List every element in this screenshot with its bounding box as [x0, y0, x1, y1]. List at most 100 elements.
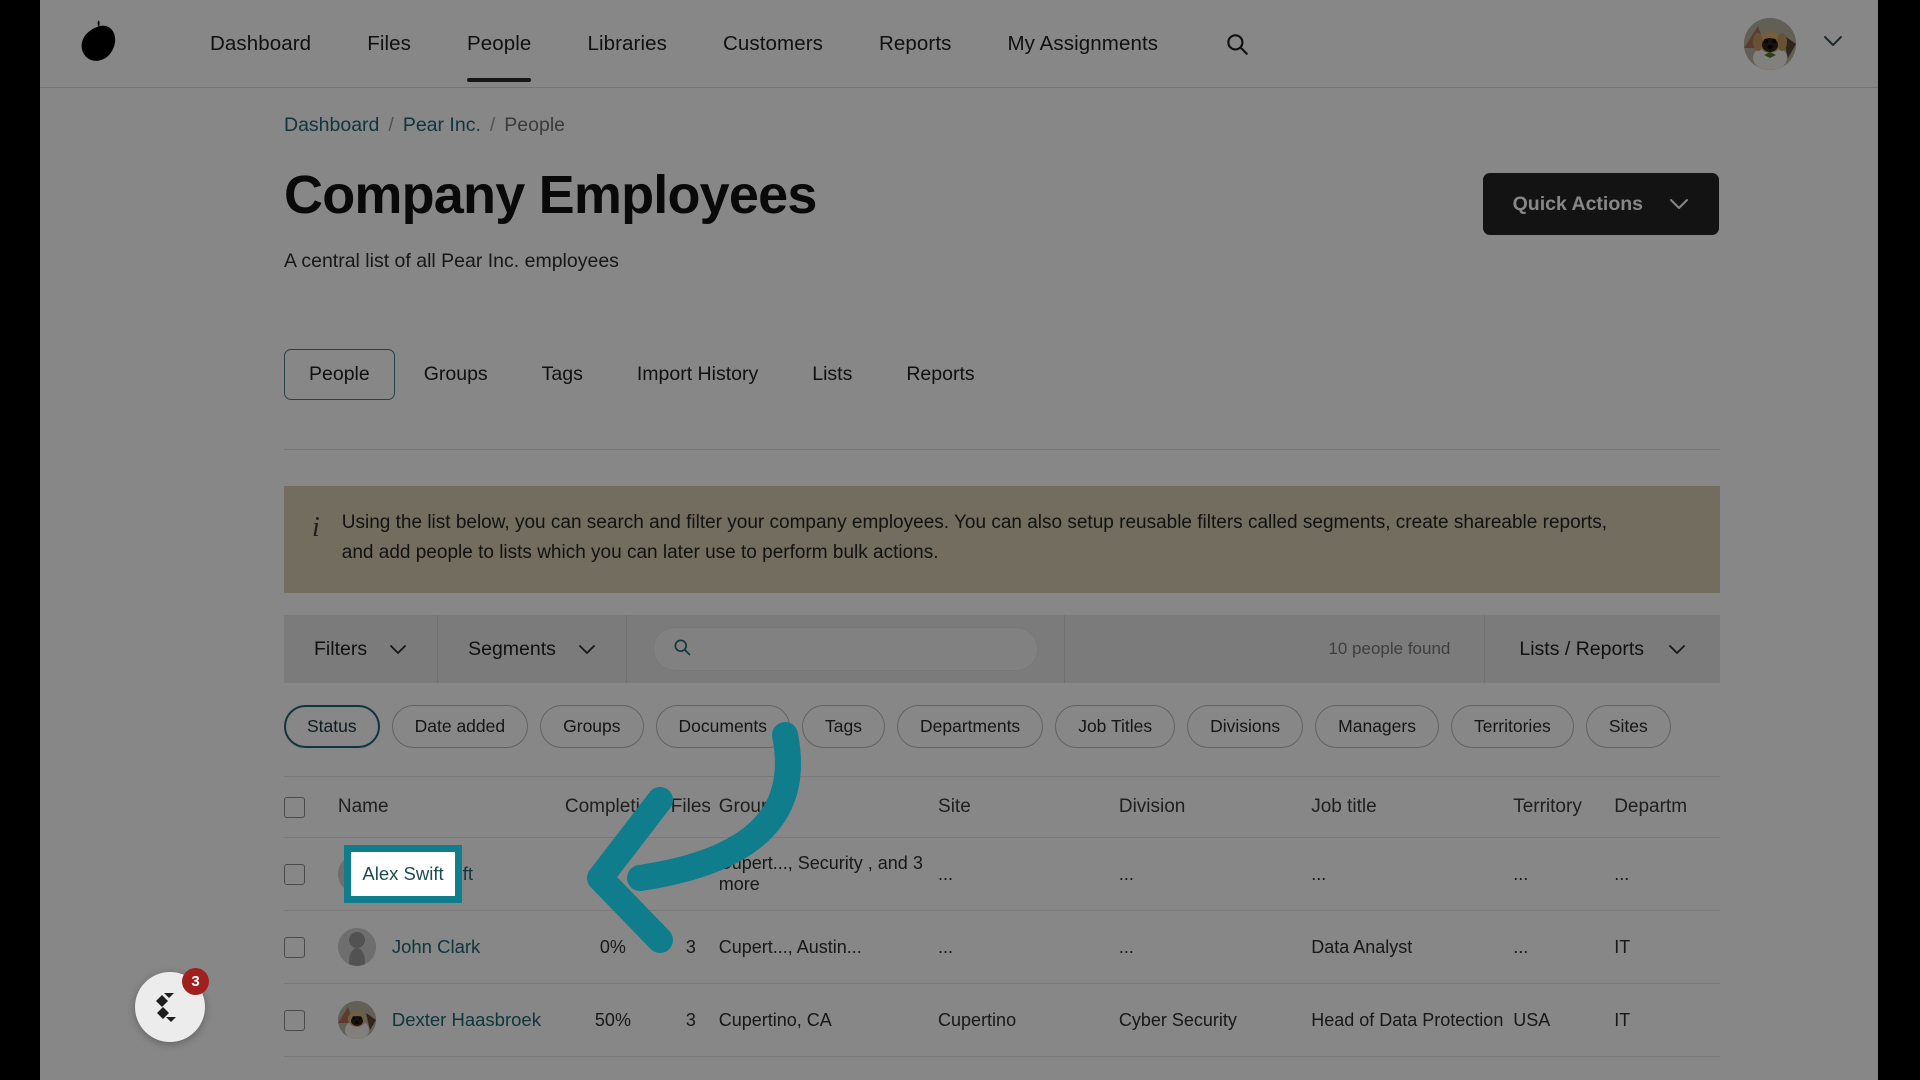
row-division: ...	[1118, 863, 1134, 884]
chip-managers[interactable]: Managers	[1315, 705, 1439, 749]
page-body: Dashboard / Pear Inc. / People Company E…	[40, 88, 1878, 1080]
row-territory: ...	[1513, 936, 1529, 957]
chip-date-added[interactable]: Date added	[391, 705, 529, 749]
tab-lists[interactable]: Lists	[787, 349, 877, 400]
row-department: IT	[1614, 936, 1631, 957]
select-all-checkbox[interactable]	[284, 796, 305, 818]
breadcrumb-item-pear-inc[interactable]: Pear Inc.	[403, 114, 481, 137]
info-banner: i Using the list below, you can search a…	[284, 485, 1720, 594]
chat-badge-count: 3	[182, 968, 209, 995]
chevron-down-icon	[578, 638, 596, 661]
top-navigation-bar: Dashboard Files People Libraries Custome…	[40, 0, 1878, 88]
row-groups: Cupertino, CA	[718, 1009, 832, 1030]
column-header-territory[interactable]: Territory	[1513, 796, 1614, 818]
chevron-down-icon	[1669, 193, 1689, 216]
nav-item-files[interactable]: Files	[339, 22, 439, 66]
row-checkbox-cell	[284, 936, 338, 958]
row-files: 3	[685, 1009, 696, 1030]
segments-dropdown[interactable]: Segments	[438, 615, 627, 684]
table-row[interactable]: Alex Swift 4 Cupert..., Security , and 3…	[284, 838, 1720, 912]
breadcrumb: Dashboard / Pear Inc. / People	[284, 114, 1720, 137]
search-icon[interactable]	[1224, 31, 1250, 57]
breadcrumb-separator: /	[489, 114, 496, 136]
browser-viewport: Dashboard Files People Libraries Custome…	[40, 0, 1878, 1080]
chevron-down-icon	[389, 638, 407, 661]
tab-people[interactable]: People	[284, 348, 395, 400]
person-avatar-icon	[337, 928, 376, 967]
section-divider	[284, 448, 1720, 450]
chip-departments[interactable]: Departments	[897, 705, 1044, 749]
chip-groups[interactable]: Groups	[540, 705, 644, 749]
chip-documents[interactable]: Documents	[655, 705, 791, 749]
row-site: ...	[938, 863, 954, 884]
table-row[interactable]	[284, 1057, 1720, 1080]
table-row[interactable]: Dexter Haasbroek 50% 3 Cupertino, CA Cup…	[284, 984, 1720, 1058]
search-box[interactable]	[652, 627, 1039, 672]
row-files: 4	[685, 863, 696, 884]
chip-sites[interactable]: Sites	[1585, 705, 1671, 749]
page-header-row: Company Employees A central list of all …	[284, 167, 1720, 273]
user-menu-chevron-down-icon[interactable]	[1822, 34, 1844, 53]
search-area	[627, 615, 1066, 684]
breadcrumb-item-dashboard[interactable]: Dashboard	[284, 114, 379, 137]
row-completion: 0%	[599, 936, 626, 957]
row-checkbox[interactable]	[284, 936, 305, 958]
column-header-division[interactable]: Division	[1119, 796, 1311, 818]
person-link-john-clark[interactable]: John Clark	[392, 936, 480, 958]
lists-reports-dropdown[interactable]: Lists / Reports	[1485, 615, 1720, 683]
info-banner-text: Using the list below, you can search and…	[341, 511, 1608, 564]
tab-import-history[interactable]: Import History	[612, 349, 783, 400]
tab-tags[interactable]: Tags	[517, 349, 608, 400]
tab-groups[interactable]: Groups	[399, 349, 513, 400]
filters-dropdown[interactable]: Filters	[284, 615, 439, 684]
chip-job-titles[interactable]: Job Titles	[1055, 705, 1176, 749]
page-title: Company Employees	[284, 165, 817, 225]
table-row[interactable]: John Clark 0% 3 Cupert..., Austin... ...…	[284, 911, 1720, 985]
row-groups: Cupert..., Austin...	[718, 936, 862, 957]
row-division: Cyber Security	[1118, 1009, 1237, 1030]
row-checkbox[interactable]	[284, 1009, 305, 1031]
row-name-cell: John Clark	[337, 928, 563, 967]
chip-divisions[interactable]: Divisions	[1187, 705, 1304, 749]
highlighted-person-name-annotation[interactable]: Alex Swift	[344, 845, 462, 903]
nav-item-my-assignments[interactable]: My Assignments	[979, 22, 1186, 66]
row-name-cell: Dexter Haasbroek	[337, 1001, 563, 1040]
row-site: Cupertino	[938, 1009, 1017, 1030]
column-header-completion[interactable]: Completion	[563, 796, 663, 818]
person-link-dexter-haasbroek[interactable]: Dexter Haasbroek	[392, 1009, 541, 1031]
column-header-site[interactable]: Site	[938, 796, 1119, 818]
nav-item-libraries[interactable]: Libraries	[559, 22, 695, 66]
filter-chip-row: Status Date added Groups Documents Tags …	[284, 705, 1720, 749]
nav-item-people[interactable]: People	[439, 22, 559, 82]
nav-item-dashboard[interactable]: Dashboard	[182, 22, 339, 66]
row-territory: ...	[1513, 863, 1529, 884]
page-subtitle: A central list of all Pear Inc. employee…	[284, 249, 619, 272]
chat-widget-button[interactable]: 3	[135, 968, 209, 1042]
row-checkbox-cell	[284, 863, 338, 885]
nav-item-reports[interactable]: Reports	[851, 22, 979, 66]
column-header-name[interactable]: Name	[338, 796, 563, 818]
row-checkbox[interactable]	[284, 863, 305, 885]
row-groups: Cupert..., Security , and 3 more	[718, 853, 923, 895]
lists-reports-label: Lists / Reports	[1519, 637, 1645, 660]
row-job-title: ...	[1311, 863, 1327, 884]
breadcrumb-item-people: People	[504, 114, 566, 136]
results-count: 10 people found	[1065, 615, 1486, 684]
chip-tags[interactable]: Tags	[802, 705, 885, 749]
column-header-department[interactable]: Departm	[1614, 796, 1720, 818]
chip-territories[interactable]: Territories	[1450, 705, 1574, 749]
pear-logo-icon[interactable]	[50, 20, 146, 68]
quick-actions-button[interactable]: Quick Actions	[1482, 173, 1719, 235]
tab-reports[interactable]: Reports	[881, 349, 999, 400]
search-input[interactable]	[703, 638, 1020, 660]
nav-item-customers[interactable]: Customers	[695, 22, 851, 66]
person-avatar-icon	[337, 1001, 376, 1040]
column-header-files[interactable]: Files	[663, 796, 719, 818]
avatar[interactable]	[1744, 17, 1796, 70]
column-header-groups[interactable]: Groups	[719, 796, 938, 818]
chevron-down-icon	[1668, 638, 1686, 661]
column-header-job-title[interactable]: Job title	[1311, 796, 1513, 818]
row-territory: USA	[1513, 1009, 1551, 1030]
chip-status[interactable]: Status	[284, 705, 380, 749]
select-all-checkbox-cell	[284, 796, 338, 818]
